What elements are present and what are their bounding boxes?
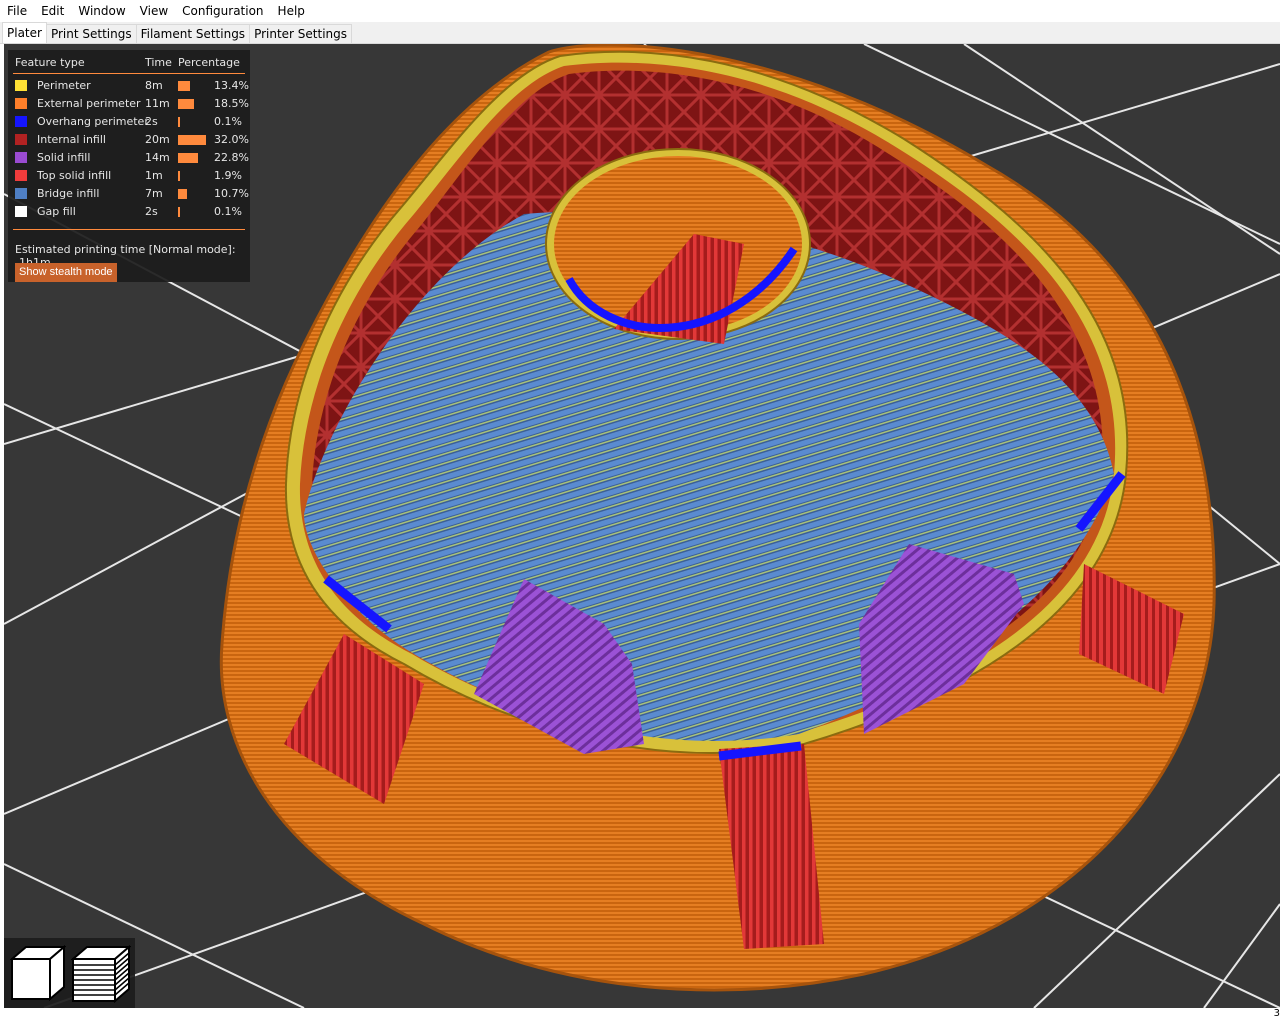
- tab-bar: Plater Print Settings Filament Settings …: [0, 22, 1280, 44]
- 3d-preview-canvas[interactable]: Feature type Time Percentage Perimeter 8…: [4, 44, 1280, 1008]
- menu-help[interactable]: Help: [271, 0, 312, 22]
- legend-header-time: Time: [145, 56, 172, 69]
- feature-name: External perimeter: [37, 97, 141, 110]
- tab-printer-settings[interactable]: Printer Settings: [249, 24, 353, 43]
- legend-row-solid-infill: Solid infill 14m 22.8%: [8, 149, 250, 167]
- view-toolbar: [4, 938, 135, 1008]
- show-stealth-mode-button[interactable]: Show stealth mode: [15, 263, 117, 282]
- color-swatch: [15, 116, 27, 127]
- percentage-bar: [178, 171, 180, 181]
- layers-view-icon[interactable]: [71, 945, 131, 1003]
- feature-percentage: 22.8%: [214, 151, 249, 164]
- feature-name: Bridge infill: [37, 187, 100, 200]
- feature-name: Top solid infill: [37, 169, 112, 182]
- percentage-bar: [178, 81, 190, 91]
- legend-row-overhang-perimeter: Overhang perimeter 2s 0.1%: [8, 113, 250, 131]
- feature-percentage: 18.5%: [214, 97, 249, 110]
- color-swatch: [15, 152, 27, 163]
- feature-name: Perimeter: [37, 79, 91, 92]
- percentage-bar: [178, 207, 180, 217]
- legend-row-top-solid-infill: Top solid infill 1m 1.9%: [8, 167, 250, 185]
- feature-time: 14m: [145, 151, 170, 164]
- percentage-bar: [178, 117, 180, 127]
- feature-percentage: 0.1%: [214, 115, 242, 128]
- feature-time: 8m: [145, 79, 163, 92]
- cube-view-icon[interactable]: [10, 945, 66, 1003]
- status-bar: 3: [0, 1008, 1280, 1020]
- legend-header-feature-type: Feature type: [15, 56, 85, 69]
- menu-edit[interactable]: Edit: [34, 0, 71, 22]
- percentage-bar: [178, 189, 187, 199]
- menu-file[interactable]: File: [0, 0, 34, 22]
- feature-name: Overhang perimeter: [37, 115, 149, 128]
- legend-panel: Feature type Time Percentage Perimeter 8…: [8, 50, 250, 282]
- feature-name: Gap fill: [37, 205, 76, 218]
- percentage-bar: [178, 135, 206, 145]
- color-swatch: [15, 206, 27, 217]
- menu-view[interactable]: View: [133, 0, 175, 22]
- feature-percentage: 1.9%: [214, 169, 242, 182]
- feature-name: Internal infill: [37, 133, 106, 146]
- feature-time: 1m: [145, 169, 163, 182]
- legend-row-gap-fill: Gap fill 2s 0.1%: [8, 203, 250, 221]
- feature-percentage: 10.7%: [214, 187, 249, 200]
- feature-percentage: 13.4%: [214, 79, 249, 92]
- feature-percentage: 32.0%: [214, 133, 249, 146]
- feature-time: 20m: [145, 133, 170, 146]
- color-swatch: [15, 80, 27, 91]
- tab-print-settings[interactable]: Print Settings: [45, 24, 137, 43]
- feature-time: 11m: [145, 97, 170, 110]
- feature-percentage: 0.1%: [214, 205, 242, 218]
- color-swatch: [15, 134, 27, 145]
- percentage-bar: [178, 153, 198, 163]
- feature-time: 7m: [145, 187, 163, 200]
- legend-row-perimeter: Perimeter 8m 13.4%: [8, 77, 250, 95]
- legend-separator-bottom: [13, 229, 245, 230]
- tab-plater[interactable]: Plater: [2, 22, 47, 43]
- legend-header-percentage: Percentage: [178, 56, 240, 69]
- menu-window[interactable]: Window: [71, 0, 132, 22]
- legend-row-external-perimeter: External perimeter 11m 18.5%: [8, 95, 250, 113]
- menu-bar: File Edit Window View Configuration Help: [0, 0, 1280, 22]
- color-swatch: [15, 188, 27, 199]
- estimated-time-label: Estimated printing time [Normal mode]:: [15, 243, 236, 256]
- percentage-bar: [178, 99, 194, 109]
- legend-row-internal-infill: Internal infill 20m 32.0%: [8, 131, 250, 149]
- status-text: 3: [1273, 1008, 1280, 1019]
- feature-time: 2s: [145, 115, 158, 128]
- legend-separator: [13, 73, 245, 74]
- feature-time: 2s: [145, 205, 158, 218]
- tab-filament-settings[interactable]: Filament Settings: [135, 24, 251, 43]
- color-swatch: [15, 170, 27, 181]
- legend-row-bridge-infill: Bridge infill 7m 10.7%: [8, 185, 250, 203]
- menu-configuration[interactable]: Configuration: [175, 0, 270, 22]
- color-swatch: [15, 98, 27, 109]
- feature-name: Solid infill: [37, 151, 91, 164]
